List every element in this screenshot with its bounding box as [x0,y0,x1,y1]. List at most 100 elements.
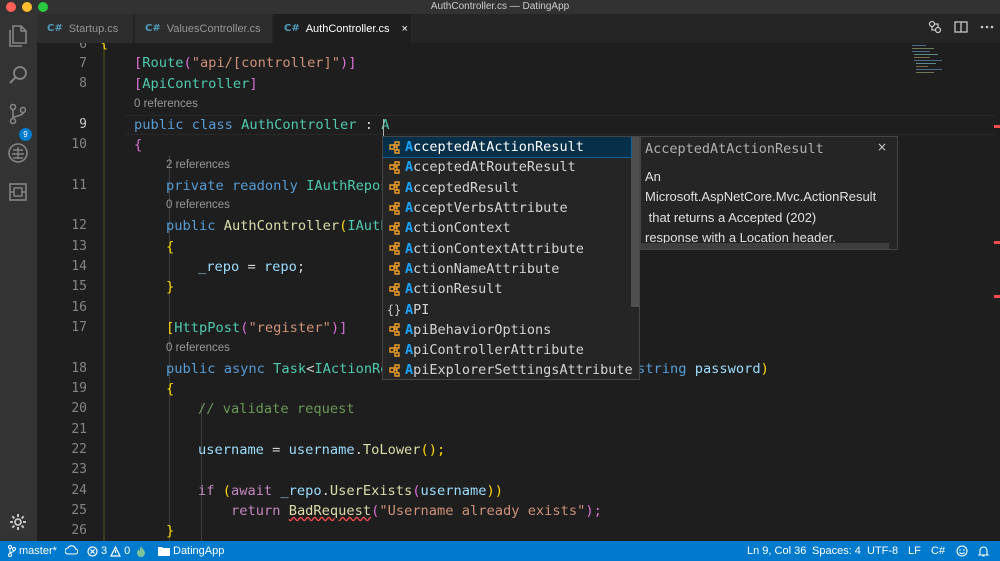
line-number: 6 [79,43,87,52]
code-lens-references[interactable]: 0 references [166,199,230,211]
code-line-18: public async Task<IActionRe [166,361,389,377]
indent-guide [201,403,202,541]
suggestion-item[interactable]: AcceptedAtRouteResult [383,157,631,177]
suggestion-match: A [405,362,414,379]
notifications-bell-icon[interactable] [978,541,989,561]
suggestion-item[interactable]: {} A PI [383,299,631,319]
branch-name: master* [19,545,57,557]
code-line-26: } [166,523,175,539]
more-actions-icon[interactable] [980,19,994,38]
line-number: 16 [71,300,87,315]
suggestion-item[interactable]: ApiExplorerSettingsAttribute [383,360,633,379]
suggestion-item[interactable]: AcceptVerbsAttribute [383,198,631,218]
cursor-position[interactable]: Ln 9, Col 36 [747,541,806,561]
suggestion-item[interactable]: ApiBehaviorOptions [383,320,631,340]
suggestion-match: A [405,301,414,318]
explorer-icon[interactable] [6,24,30,48]
status-bar: master* 3 0 DatingApp Ln 9, Col 36 Space… [0,541,1000,561]
suggestion-item[interactable]: ApiControllerAttribute [383,340,631,360]
code-line-9: public class AuthController : A [134,117,390,133]
extensions-icon[interactable] [6,180,30,204]
code-lens-references[interactable]: 2 references [166,159,230,171]
suggestion-item[interactable]: ActionNameAttribute [383,259,631,279]
code-line-20: // validate request [198,401,355,417]
suggestion-item[interactable]: ActionContextAttribute [383,239,631,259]
eol-setting[interactable]: LF [908,541,921,561]
error-icon [87,545,98,557]
suggestion-item[interactable]: AcceptedResult [383,178,631,198]
code-line-14: _repo = repo; [198,259,306,275]
suggestion-item[interactable]: ActionResult [383,279,631,299]
suggestion-label: ctionContextAttribute [413,240,584,257]
folder-name: DatingApp [173,545,225,557]
search-icon[interactable] [6,63,30,87]
suggestion-label: piBehaviorOptions [413,321,552,338]
code-line-17: [HttpPost("register")] [166,320,348,336]
language-mode[interactable]: C# [931,541,945,561]
source-control-badge: 9 [19,128,32,141]
source-control-icon[interactable] [6,102,30,126]
class-icon [383,181,405,194]
suggestion-item[interactable]: ActionContext [383,218,631,238]
class-icon [383,222,405,235]
suggestion-item[interactable]: AcceptedAtActionResult [383,137,632,159]
debug-icon[interactable] [6,141,30,165]
suggest-details-panel: AcceptedAtActionResult × An Microsoft.As… [640,136,898,250]
encoding-setting[interactable]: UTF-8 [867,541,898,561]
line-number: 23 [71,462,87,477]
git-branch-icon [8,545,16,557]
code-line-11: private readonly IAuthRepos [166,178,389,194]
line-number: 17 [71,320,87,335]
details-line: Microsoft.AspNetCore.Mvc.ActionResult [645,189,877,205]
error-count: 3 [101,545,108,557]
details-line: An [645,169,661,184]
csharp-file-icon: C# [284,23,300,34]
workspace-folder[interactable]: DatingApp [158,541,224,561]
settings-gear-icon[interactable] [6,510,30,534]
close-tab-icon[interactable]: × [401,23,407,35]
flame-icon[interactable] [136,541,146,561]
class-icon [383,343,405,357]
class-icon [383,323,405,337]
tab-auth-controller-cs[interactable]: C# AuthController.cs × [274,14,412,43]
tab-startup-cs[interactable]: C# Startup.cs [37,14,134,43]
minimap[interactable] [910,43,970,103]
overview-ruler[interactable] [986,43,1000,541]
line-number: 21 [71,422,87,437]
problems-indicator[interactable]: 3 0 [87,541,130,561]
suggest-scrollbar[interactable] [631,137,639,307]
line-number: 20 [71,401,87,416]
tab-label: ValuesController.cs [166,22,261,35]
line-number: 24 [71,483,87,498]
details-scrollbar[interactable] [641,243,889,249]
line-number: 14 [71,259,87,274]
sync-icon[interactable] [65,541,78,561]
branch-indicator[interactable]: master* [8,541,57,561]
class-icon [383,201,405,215]
split-editor-icon[interactable] [954,19,968,38]
line-number: 22 [71,442,87,457]
code-line-22: username = username.ToLower(); [198,442,446,458]
tab-values-controller-cs[interactable]: C# ValuesController.cs [135,14,273,43]
suggestion-label: ctionResult [413,281,503,298]
line-number: 7 [79,56,87,71]
code-line-7: [Route("api/[controller]")] [134,55,357,71]
suggestion-label: piControllerAttribute [413,342,584,359]
details-body: An Microsoft.AspNetCore.Mvc.ActionResult… [645,167,897,249]
suggestion-match: A [405,240,414,257]
close-details-icon[interactable]: × [877,140,887,154]
feedback-smiley-icon[interactable] [956,541,968,561]
code-line-19: { [166,381,175,397]
code-lens-references[interactable]: 0 references [166,342,230,354]
line-number: 26 [71,523,87,538]
indentation-setting[interactable]: Spaces: 4 [812,541,861,561]
suggest-widget[interactable]: AcceptedAtActionResult AcceptedAtRouteRes… [382,136,640,380]
line-number: 19 [71,381,87,396]
code-lens-references[interactable]: 0 references [134,98,198,110]
open-changes-icon[interactable] [928,19,942,38]
line-number: 18 [71,361,87,376]
suggestion-match: A [405,179,414,196]
title-bar: AuthController.cs — DatingApp [0,0,1000,14]
class-icon [383,161,405,174]
code-line-18-tail: string password) [637,361,769,377]
